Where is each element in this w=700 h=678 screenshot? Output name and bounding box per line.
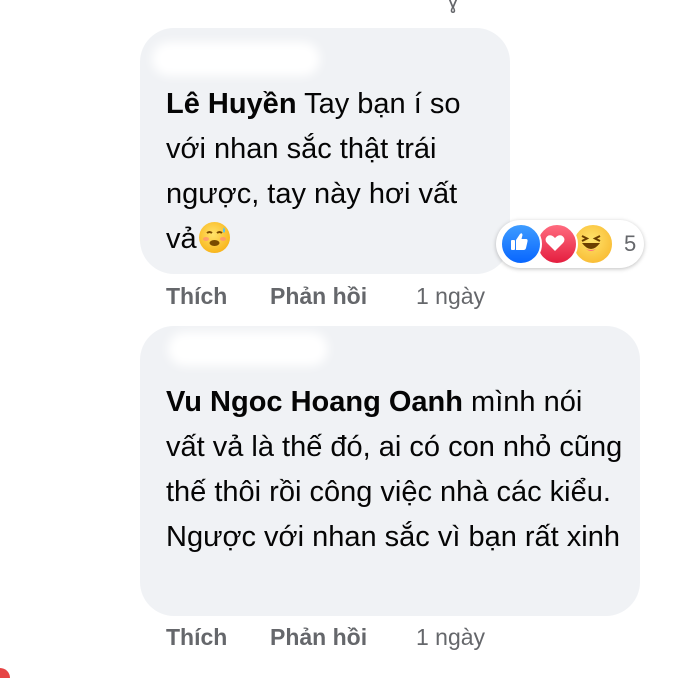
corner-mark <box>0 668 10 678</box>
comment-timestamp[interactable]: 1 ngày <box>416 283 485 310</box>
like-icon <box>500 223 542 265</box>
comment-author[interactable]: Vu Ngoc Hoang Oanh <box>166 386 463 418</box>
comment-actions: Thích Phản hồi 1 ngày <box>166 624 485 651</box>
comment-author[interactable]: Lê Huyền <box>166 88 297 120</box>
cut-off-text: ɣ <box>448 0 459 14</box>
like-button[interactable]: Thích <box>166 624 270 651</box>
comment-timestamp[interactable]: 1 ngày <box>416 624 485 651</box>
redacted-area <box>152 42 320 76</box>
sweating-face-emoji-icon <box>198 222 230 253</box>
comment-text: Lê Huyền Tay bạn í so với nhan sắc thật … <box>166 82 476 262</box>
comment-actions: Thích Phản hồi 1 ngày <box>166 283 485 310</box>
reply-button[interactable]: Phản hồi <box>270 624 416 651</box>
reaction-count: 5 <box>624 231 637 256</box>
like-button[interactable]: Thích <box>166 283 270 310</box>
reaction-summary[interactable]: 5 <box>496 220 644 268</box>
redacted-area <box>168 332 328 366</box>
reply-button[interactable]: Phản hồi <box>270 283 416 310</box>
comment-text: Vu Ngoc Hoang Oanh mình nói vất vả là th… <box>166 380 626 560</box>
love-icon <box>536 223 578 265</box>
haha-icon <box>572 223 614 265</box>
